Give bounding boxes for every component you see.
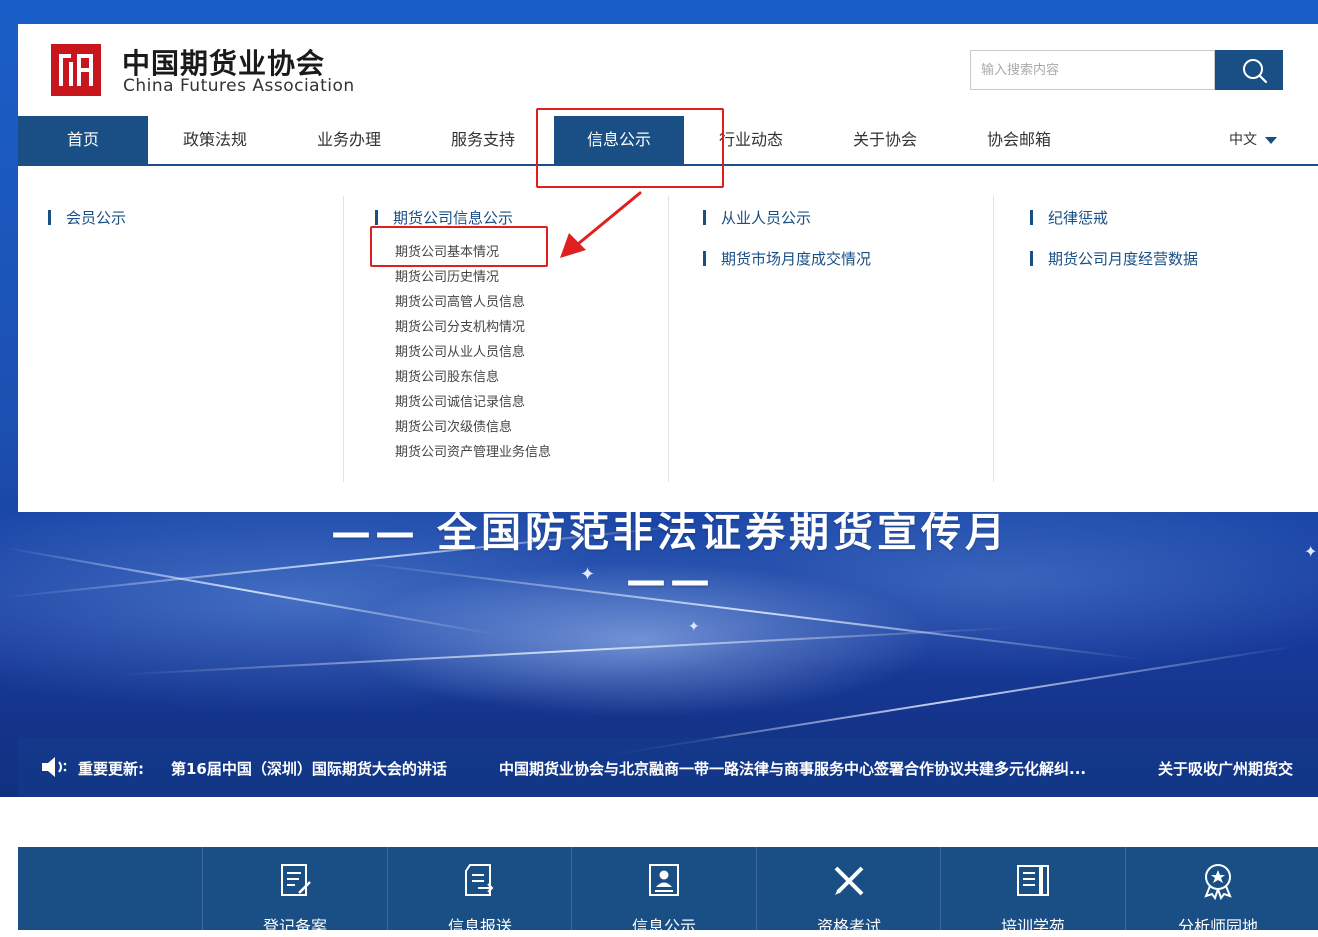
service-label: 资格考试 [816,917,881,936]
pencil-ruler-icon [834,866,864,896]
service-label: 信息公示 [631,917,696,936]
report-submit-icon [465,864,494,896]
service-reporting[interactable]: 信息报送 [387,847,572,936]
form-edit-icon [281,864,311,896]
service-label: 登记备案 [262,917,327,936]
service-disclosure[interactable]: 信息公示 [571,847,756,936]
services-strip: 登记备案 信息报送 信息公示 资格考试 培训学苑 分析师园地 [18,847,1318,936]
speaker-icon [42,757,67,777]
ticker-item[interactable]: 第16届中国（深圳）国际期货大会的讲话 [171,758,447,779]
news-ticker: 重要更新: 第16届中国（深圳）国际期货大会的讲话 中国期货业协会与北京融商一带… [18,738,1318,797]
award-badge-icon [1204,864,1232,901]
service-label: 分析师园地 [1177,917,1258,936]
service-analyst[interactable]: 分析师园地 [1125,847,1310,936]
service-label: 信息报送 [447,917,512,936]
ticker-item[interactable]: 中国期货业协会与北京融商一带一路法律与商事服务中心签署合作协议共建多元化解纠..… [499,758,1086,779]
books-icon [1017,865,1049,896]
service-training[interactable]: 培训学苑 [940,847,1125,936]
service-label: 培训学苑 [1000,917,1065,936]
service-registration[interactable]: 登记备案 [202,847,387,936]
id-card-icon [649,864,679,896]
ticker-label: 重要更新: [78,760,144,778]
ticker-item[interactable]: 关于吸收广州期货交 [1158,758,1293,779]
service-exam[interactable]: 资格考试 [756,847,941,936]
